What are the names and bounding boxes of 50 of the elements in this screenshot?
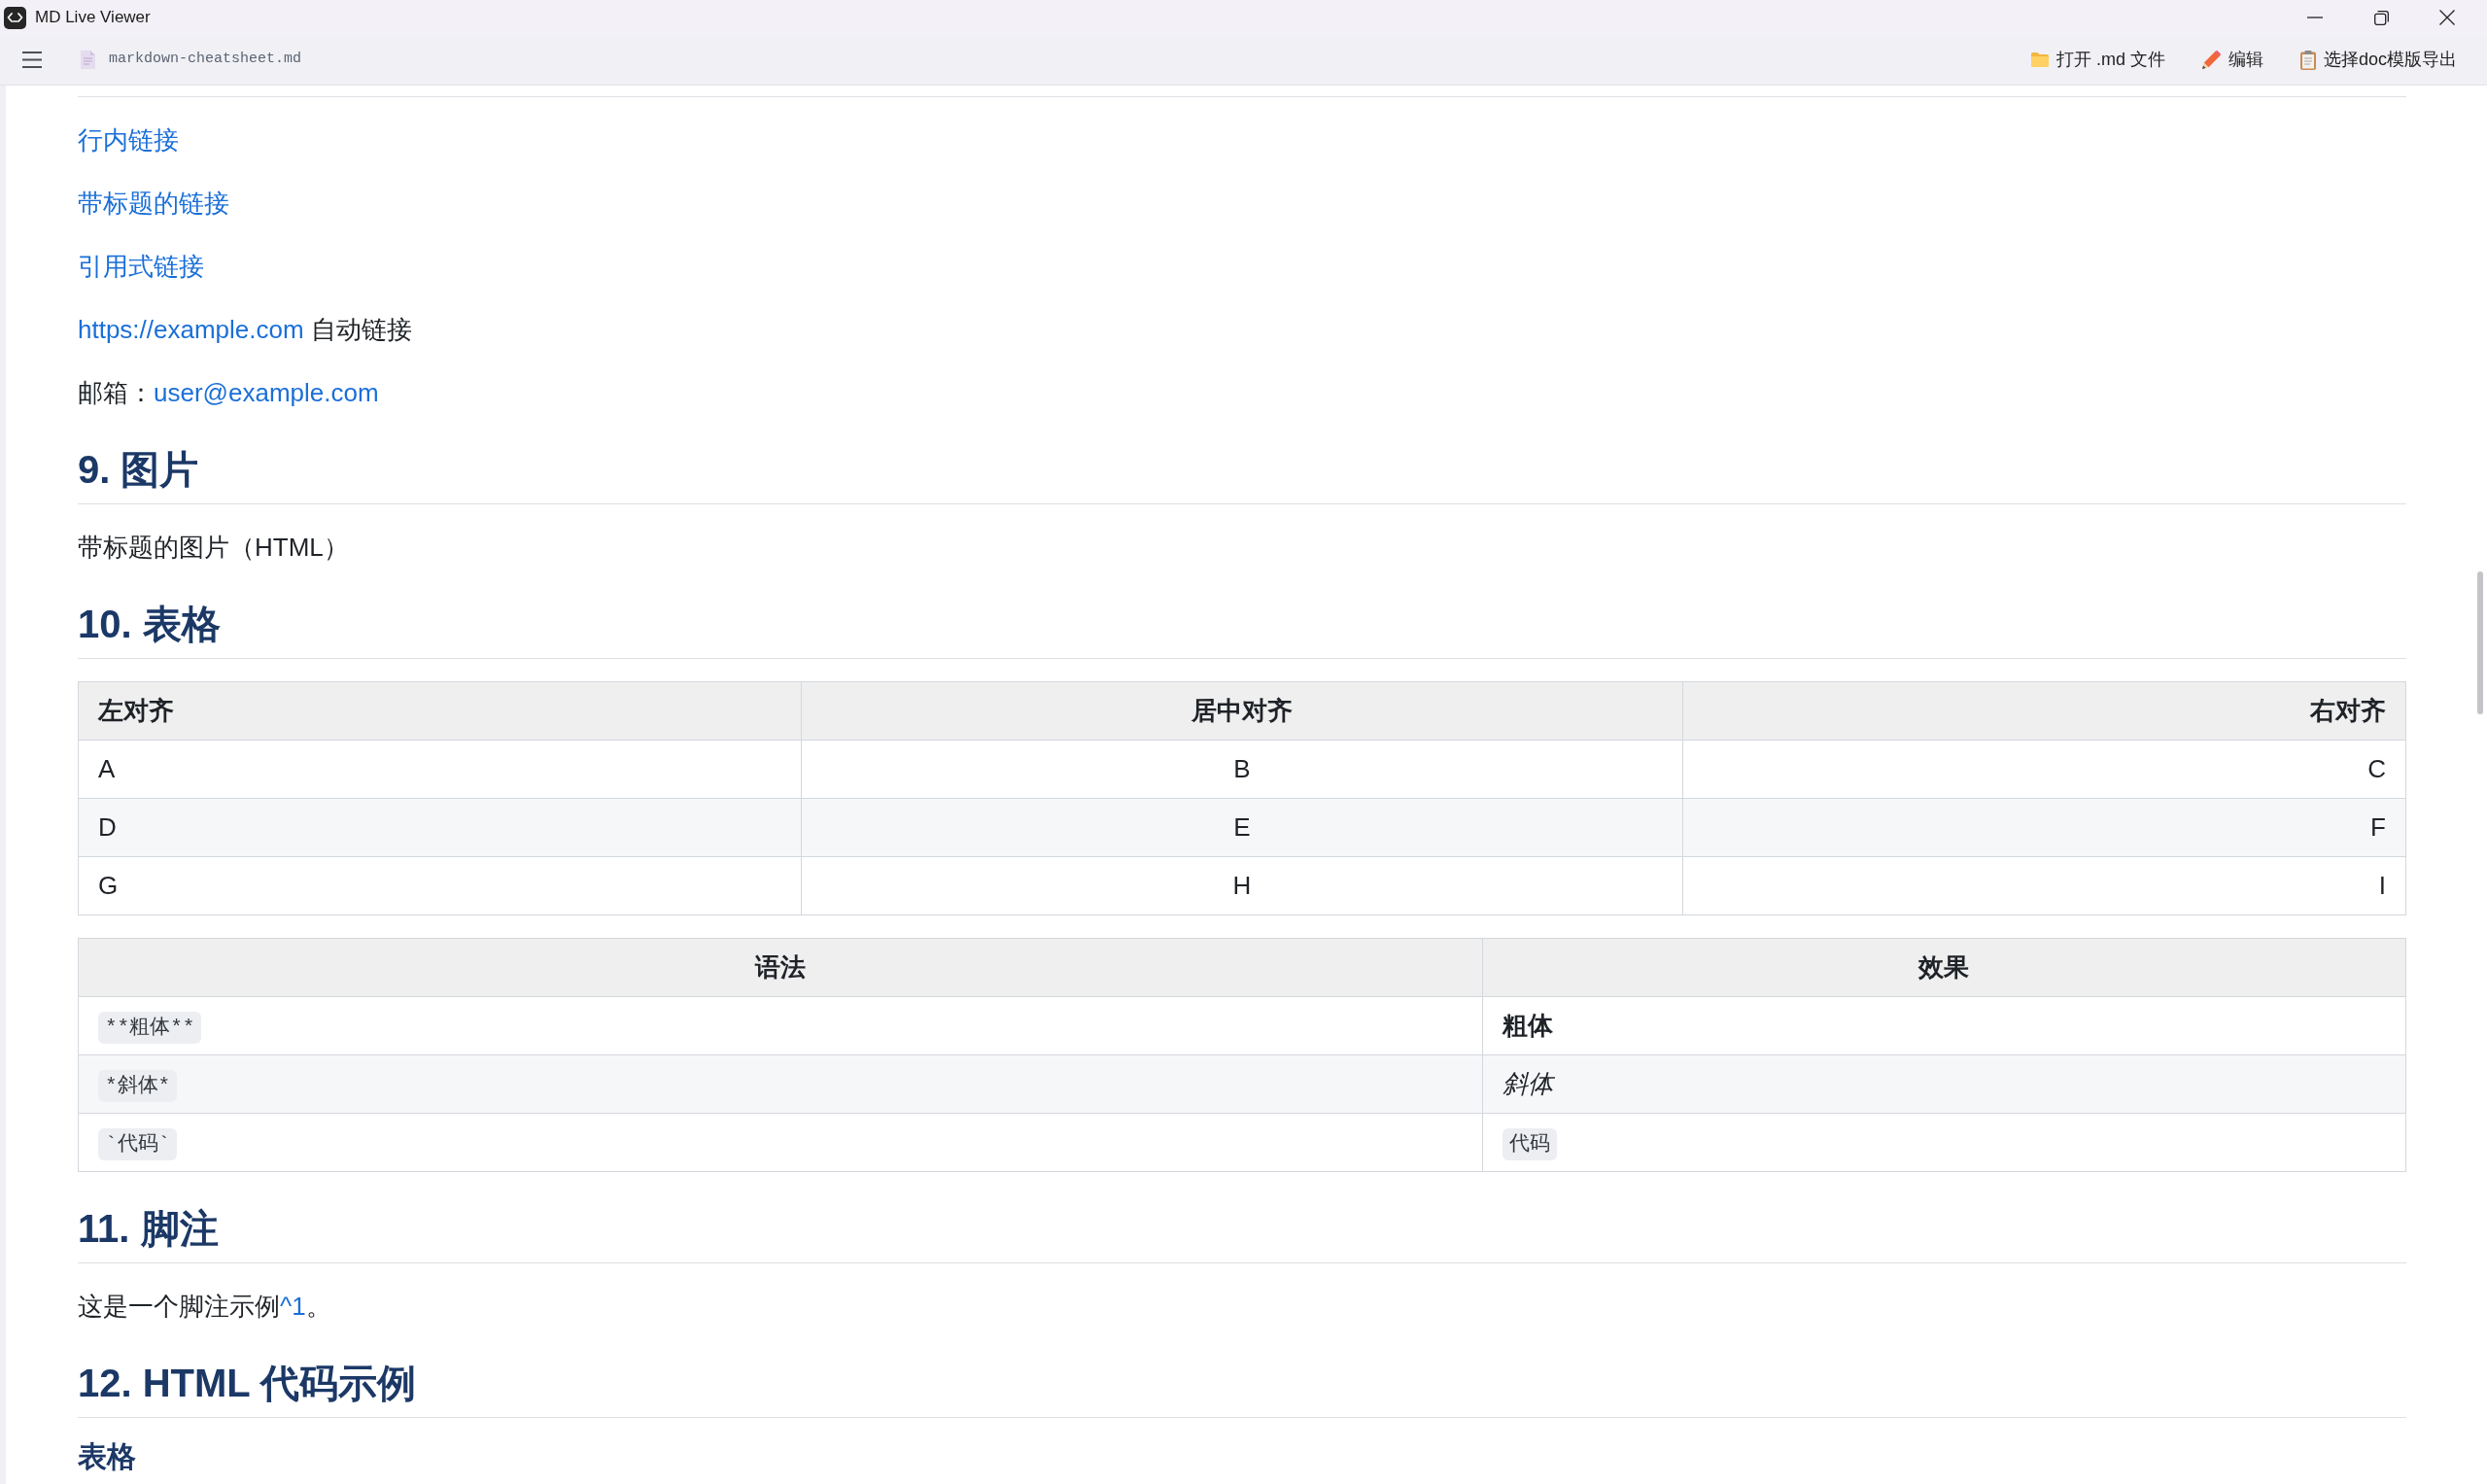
- paragraph: https://example.com 自动链接: [78, 314, 412, 346]
- document-icon: [81, 51, 95, 69]
- section-heading: 12. HTML 代码示例: [78, 1361, 417, 1406]
- edit-button[interactable]: 编辑: [2195, 43, 2269, 77]
- link[interactable]: 带标题的链接: [78, 189, 229, 218]
- paragraph: 邮箱：user@example.com: [78, 377, 379, 409]
- paragraph: 这是一个脚注示例^1。: [78, 1291, 331, 1323]
- table-cell: D: [78, 798, 802, 857]
- column-header: 效果: [1482, 938, 2406, 997]
- section-heading: 11. 脚注: [78, 1206, 219, 1252]
- inline-code: **粗体**: [98, 1011, 202, 1044]
- restore-icon: [2373, 10, 2389, 25]
- app-icon: [4, 6, 26, 29]
- table-cell: H: [801, 856, 1683, 915]
- folder-icon: [2030, 52, 2049, 67]
- link[interactable]: 引用式链接: [78, 252, 204, 281]
- open-file-button[interactable]: 打开 .md 文件: [2024, 43, 2171, 77]
- column-header: 居中对齐: [801, 681, 1683, 741]
- close-icon: [2439, 10, 2455, 25]
- section-heading: 10. 表格: [78, 602, 221, 647]
- link[interactable]: 行内链接: [78, 125, 179, 155]
- table-cell: C: [1682, 740, 2406, 799]
- pencil-icon: [2201, 51, 2221, 69]
- export-button[interactable]: 选择doc模版导出: [2294, 43, 2463, 77]
- table-cell: B: [801, 740, 1683, 799]
- link[interactable]: ^1: [280, 1292, 306, 1321]
- table-cell: F: [1682, 798, 2406, 857]
- window-title: MD Live Viewer: [35, 7, 151, 29]
- paragraph: 带标题的图片（HTML）: [78, 532, 349, 564]
- link[interactable]: https://example.com: [78, 315, 304, 344]
- table-cell: A: [78, 740, 802, 799]
- column-header: 右对齐: [1682, 681, 2406, 741]
- file-name: markdown-cheatsheet.md: [109, 50, 302, 70]
- section-heading: 9. 图片: [78, 447, 199, 493]
- minimize-icon: [2307, 17, 2323, 18]
- table-cell: 粗体: [1482, 996, 2406, 1055]
- inline-code: `代码`: [98, 1127, 178, 1160]
- inline-code: *斜体*: [98, 1069, 178, 1102]
- scrollbar-thumb[interactable]: [2477, 571, 2483, 714]
- menu-icon: [22, 52, 42, 68]
- column-header: 左对齐: [78, 681, 802, 741]
- table-cell: G: [78, 856, 802, 915]
- table-cell: I: [1682, 856, 2406, 915]
- inline-code: 代码: [1502, 1127, 1557, 1160]
- column-header: 语法: [78, 938, 1483, 997]
- link[interactable]: user@example.com: [154, 378, 379, 407]
- table-cell: 斜体: [1482, 1054, 2406, 1114]
- clipboard-icon: [2299, 50, 2316, 70]
- table-cell: E: [801, 798, 1683, 857]
- subheading: 表格: [78, 1440, 136, 1473]
